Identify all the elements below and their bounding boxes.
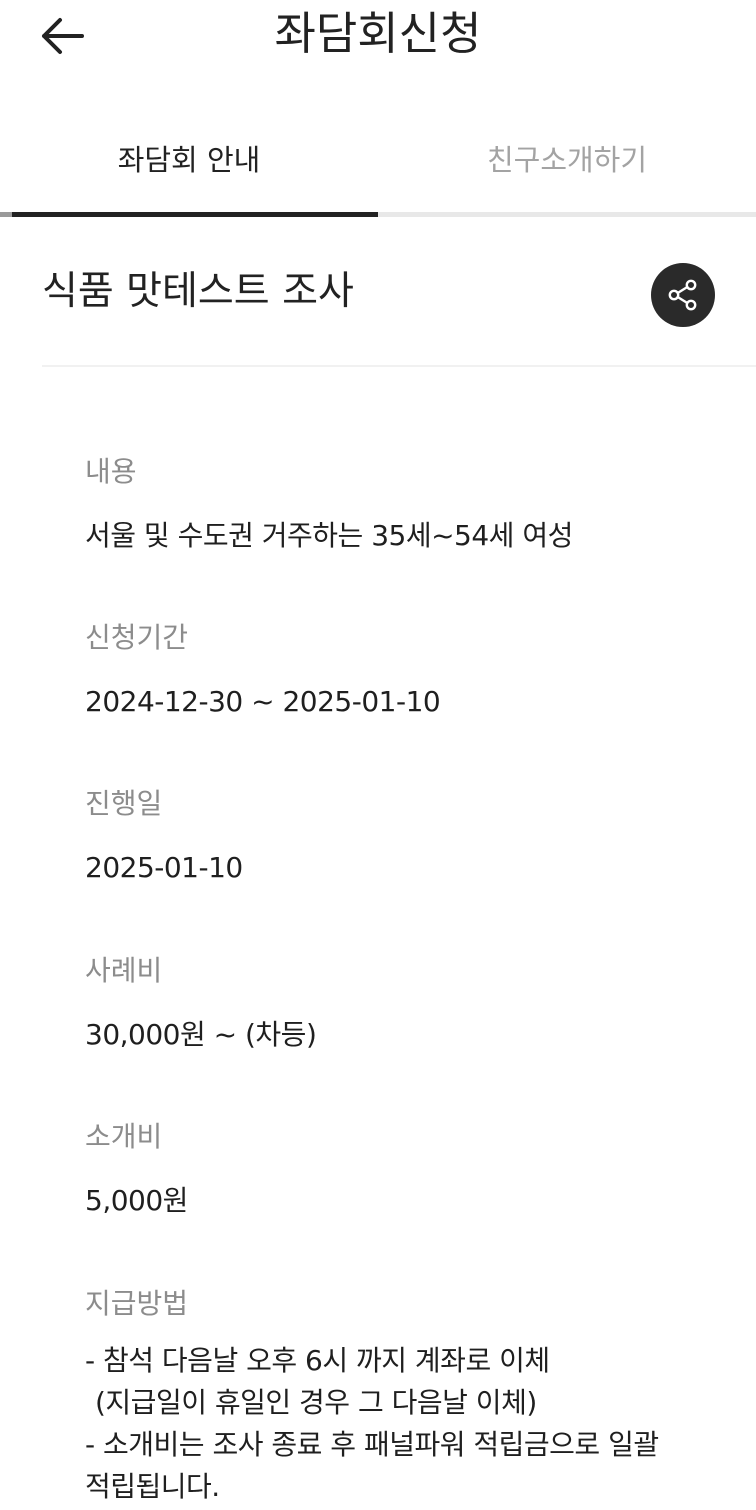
field-application-period: 신청기간 2024-12-30 ~ 2025-01-10 xyxy=(85,618,725,722)
payment-line: - 참석 다음날 오후 6시 까지 계좌로 이체 xyxy=(85,1344,550,1377)
survey-title: 식품 맛테스트 조사 xyxy=(42,269,354,314)
field-value: 2025-01-10 xyxy=(85,851,243,884)
page-title: 좌담회신청 xyxy=(274,7,482,60)
tab-active-indicator xyxy=(12,212,378,217)
field-label: 사례비 xyxy=(85,954,163,987)
share-button[interactable] xyxy=(651,263,715,327)
field-value: 2024-12-30 ~ 2025-01-10 xyxy=(85,685,441,718)
field-label: 지급방법 xyxy=(85,1287,189,1320)
survey-header: 식품 맛테스트 조사 xyxy=(0,220,756,370)
field-value: 5,000원 xyxy=(85,1184,188,1217)
field-reward: 사례비 30,000원 ~ (차등) xyxy=(85,951,725,1055)
payment-line: (지급일이 휴일인 경우 그 다음날 이체) xyxy=(95,1386,537,1419)
payment-details: - 참석 다음날 오후 6시 까지 계좌로 이체 (지급일이 휴일인 경우 그 … xyxy=(85,1340,725,1508)
payment-line: - 소개비는 조사 종료 후 패널파워 적립금으로 일괄 xyxy=(85,1428,659,1461)
field-payment-method: 지급방법 - 참석 다음날 오후 6시 까지 계좌로 이체 (지급일이 휴일인 … xyxy=(85,1284,725,1508)
field-label: 내용 xyxy=(85,455,137,488)
field-event-date: 진행일 2025-01-10 xyxy=(85,784,725,888)
share-icon[interactable] xyxy=(666,278,700,312)
field-referral-fee: 소개비 5,000원 xyxy=(85,1117,725,1221)
field-label: 신청기간 xyxy=(85,621,189,654)
field-content: 내용 서울 및 수도권 거주하는 35세~54세 여성 xyxy=(85,452,725,556)
section-divider xyxy=(42,365,756,367)
payment-line: 적립됩니다. xyxy=(85,1470,220,1503)
field-value: 서울 및 수도권 거주하는 35세~54세 여성 xyxy=(85,519,573,552)
top-bar: 좌담회신청 xyxy=(0,0,756,72)
field-label: 진행일 xyxy=(85,787,163,820)
tab-track-edge xyxy=(0,212,12,217)
tab-bar: 좌담회 안내 친구소개하기 xyxy=(0,110,756,220)
field-label: 소개비 xyxy=(85,1120,163,1153)
tab-seminar-info[interactable]: 좌담회 안내 xyxy=(0,130,378,190)
tab-invite-friend[interactable]: 친구소개하기 xyxy=(378,130,756,190)
field-value: 30,000원 ~ (차등) xyxy=(85,1018,317,1051)
